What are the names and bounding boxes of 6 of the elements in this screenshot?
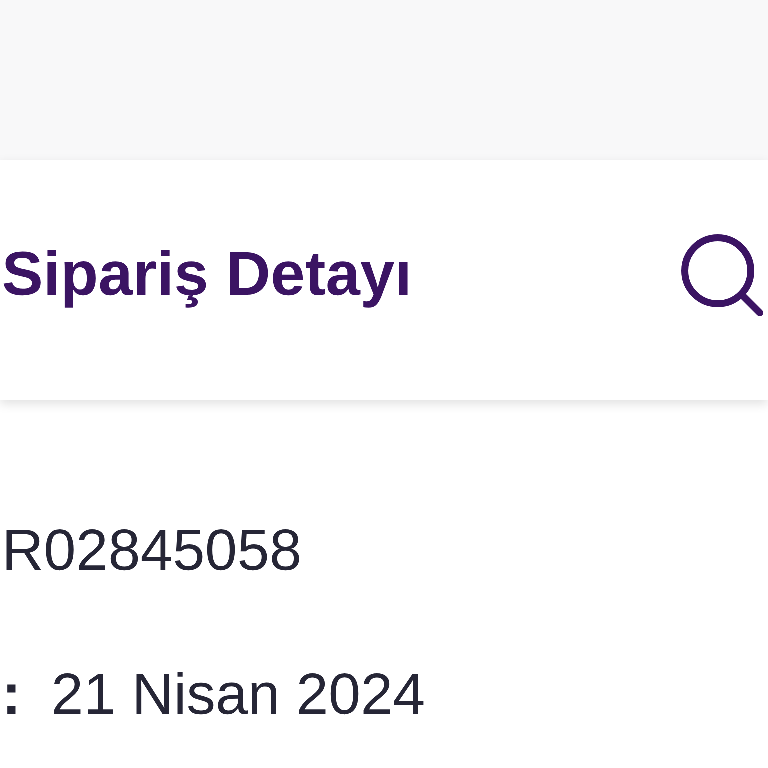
order-number: R02845058 bbox=[2, 522, 303, 580]
search-icon bbox=[680, 233, 764, 317]
page-title: Sipariş Detayı bbox=[2, 244, 412, 311]
date-label: : bbox=[2, 666, 22, 724]
search-button[interactable] bbox=[680, 233, 764, 317]
order-date: 21 Nisan 2024 bbox=[51, 666, 426, 724]
